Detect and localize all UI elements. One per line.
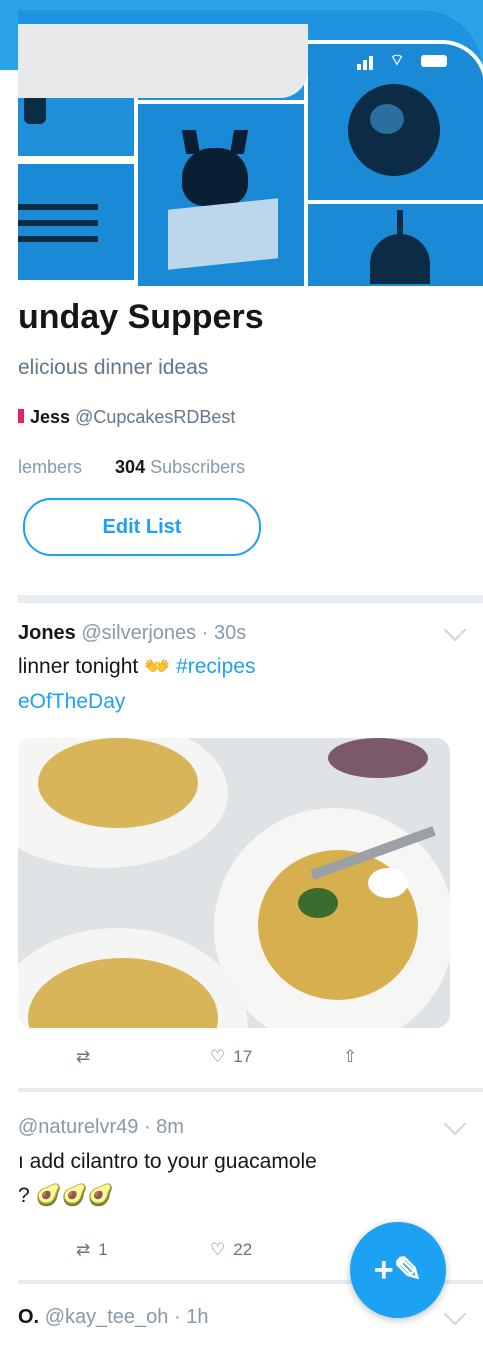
wifi-icon: ⌔ — [389, 52, 407, 69]
tweet-author-name[interactable]: Jones — [18, 622, 76, 644]
tweet-author-name[interactable]: O. — [18, 1306, 39, 1328]
tweet-text: ? 🥑🥑🥑 — [18, 1184, 114, 1207]
tweet-text: ı add cilantro to your guacamole — [18, 1150, 317, 1173]
tweet-time: · 1h — [173, 1306, 209, 1328]
tweet-menu-chevron-icon[interactable] — [443, 1302, 467, 1326]
tweet-header: O. @kay_tee_oh · 1h — [18, 1306, 208, 1329]
hashtag-link[interactable]: #recipes — [176, 655, 255, 678]
banner-tile-dog — [134, 100, 308, 290]
share-button[interactable]: ⇧ — [343, 1047, 357, 1067]
section-divider — [18, 595, 483, 603]
subscribers-label[interactable]: Subscribers — [150, 457, 245, 477]
status-bar: ⌔ — [357, 50, 447, 70]
owner-name: Jess — [30, 407, 71, 427]
retweet-icon: ⇄ — [76, 1240, 91, 1259]
owner-handle: @CupcakesRDBest — [75, 407, 236, 427]
phone-screen: ⌔ unday Suppers elicious dinner ideas Je… — [18, 10, 483, 1345]
like-count: 22 — [233, 1240, 253, 1259]
tweet-author-handle[interactable]: @naturelvr49 — [18, 1116, 138, 1138]
search-bar-area[interactable] — [18, 24, 308, 98]
tweet-text: linner tonight 👐 #recipes — [18, 655, 256, 678]
edit-list-button[interactable]: Edit List — [23, 498, 261, 556]
tweet-header: @naturelvr49 · 8m — [18, 1116, 184, 1139]
banner-tile-capitol — [304, 200, 483, 290]
phone-frame: ⌔ unday Suppers elicious dinner ideas Je… — [0, 0, 483, 1345]
tweet-time: · 8m — [143, 1116, 184, 1138]
tweet-author-handle[interactable]: @silverjones — [81, 622, 196, 644]
retweet-icon: ⇄ — [76, 1047, 91, 1066]
members-label[interactable]: lembers — [18, 457, 82, 477]
retweet-count: 1 — [98, 1240, 108, 1259]
tweet-author-handle[interactable]: @kay_tee_oh — [45, 1306, 169, 1328]
heart-icon: ♡ — [210, 1047, 226, 1066]
owner-avatar — [18, 409, 24, 423]
list-description: elicious dinner ideas — [18, 356, 209, 379]
list-stats: lembers 304 Subscribers — [18, 457, 245, 478]
like-button[interactable]: ♡ 22 — [210, 1240, 252, 1260]
tweet-menu-chevron-icon[interactable] — [443, 1112, 467, 1136]
like-button[interactable]: ♡ 17 — [210, 1047, 252, 1067]
tweet-divider — [18, 1088, 483, 1092]
like-count: 17 — [233, 1047, 253, 1066]
compose-icon: +✎ — [373, 1251, 423, 1289]
banner-tile-left-bottom — [18, 160, 138, 284]
compose-tweet-button[interactable]: +✎ — [350, 1222, 446, 1318]
retweet-button[interactable]: ⇄ — [76, 1047, 90, 1067]
tweet-time: · 30s — [201, 622, 247, 644]
heart-icon: ♡ — [210, 1240, 226, 1259]
tweet-media-image[interactable] — [18, 738, 450, 1028]
hashtag-link[interactable]: eOfTheDay — [18, 690, 125, 714]
list-title: unday Suppers — [18, 298, 264, 336]
share-icon: ⇧ — [343, 1047, 358, 1066]
subscribers-count[interactable]: 304 — [115, 457, 145, 477]
tweet-menu-chevron-icon[interactable] — [443, 618, 467, 642]
signal-icon — [357, 64, 362, 70]
list-banner-image: ⌔ — [18, 10, 483, 290]
battery-icon — [421, 54, 447, 67]
list-owner[interactable]: Jess @CupcakesRDBest — [18, 407, 235, 428]
tweet-header: Jones @silverjones · 30s — [18, 622, 246, 645]
retweet-button[interactable]: ⇄ 1 — [76, 1240, 108, 1260]
